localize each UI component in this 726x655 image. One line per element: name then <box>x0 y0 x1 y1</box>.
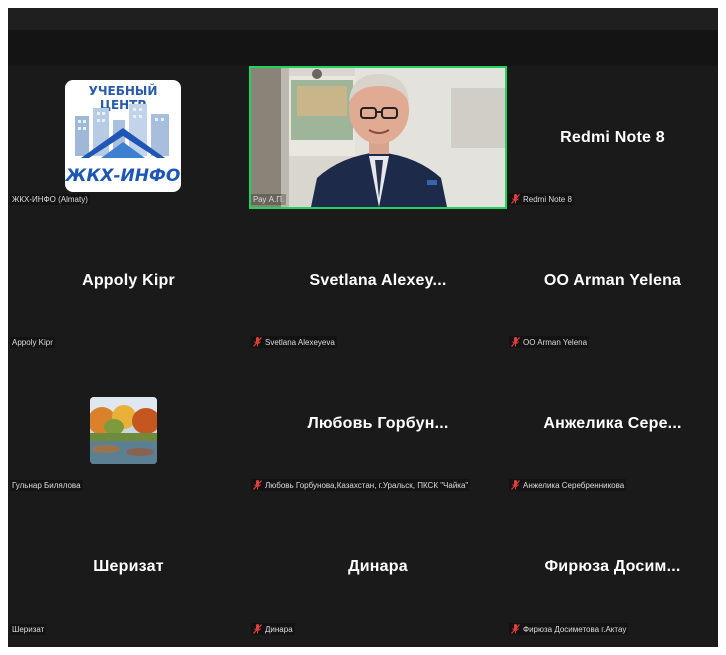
organization-logo: УЧЕБНЫЙ ЦЕНТР ЖКХ-ИНФО <box>65 80 181 192</box>
autumn-landscape-avatar <box>90 397 157 464</box>
participant-tile[interactable]: Шеризат Шеризат <box>8 495 249 639</box>
participant-label-text: ЖКХ-ИНФО (Almaty) <box>12 195 88 204</box>
participant-display-name: Фирюза Досим... <box>544 558 681 575</box>
participant-display-name: Анжелика Сере... <box>543 414 682 432</box>
participant-label-text: Любовь Горбунова,Казахстан, г.Уральск, П… <box>265 480 469 490</box>
participant-label: Redmi Note 8 <box>509 193 574 205</box>
participant-display-name: Svetlana Alexey... <box>309 271 447 289</box>
participant-label: Динара <box>251 623 295 635</box>
participant-display-name: Динара <box>348 558 408 575</box>
muted-microphone-icon <box>253 337 262 347</box>
participant-tile[interactable]: Гульнар Билялова <box>8 352 249 495</box>
participant-label: Любовь Горбунова,Казахстан, г.Уральск, П… <box>251 479 471 491</box>
participant-label-text: Шеризат <box>12 625 45 634</box>
participant-label-text: Svetlana Alexeyeva <box>265 337 335 347</box>
meeting-window: УЧЕБНЫЙ ЦЕНТР ЖКХ-ИНФО ЖКХ-ИНФО (Almaty)… <box>8 8 718 647</box>
participant-tile[interactable]: Фирюза Досим... Фирюза Досиметова г.Акта… <box>507 495 718 639</box>
participant-video-feed <box>251 68 505 207</box>
muted-microphone-icon <box>253 624 262 634</box>
participant-tile[interactable]: Redmi Note 8 Redmi Note 8 <box>507 66 718 209</box>
participant-tile[interactable]: OO Arman Yelena OO Arman Yelena <box>507 209 718 352</box>
participant-label-text: Анжелика Серебренникова <box>523 480 625 490</box>
meeting-top-bar <box>8 8 718 66</box>
participant-label-text: Гульнар Билялова <box>12 481 81 490</box>
participant-label-text: Appoly Kipr <box>12 338 53 347</box>
participant-tile[interactable]: Любовь Горбун... Любовь Горбунова,Казахс… <box>249 352 507 495</box>
participant-tile[interactable]: Анжелика Сере... Анжелика Серебренникова <box>507 352 718 495</box>
participant-label: Svetlana Alexeyeva <box>251 336 337 348</box>
participant-label: ЖКХ-ИНФО (Almaty) <box>10 194 90 205</box>
participant-tile[interactable]: Динара Динара <box>249 495 507 639</box>
participant-label: Appoly Kipr <box>10 337 55 348</box>
participant-tile[interactable]: Svetlana Alexey... Svetlana Alexeyeva <box>249 209 507 352</box>
participant-label-text: Рау А.П. <box>253 195 285 204</box>
participant-label: Шеризат <box>10 624 47 635</box>
participant-tile-active-speaker[interactable]: Рау А.П. <box>249 66 507 209</box>
muted-microphone-icon <box>253 480 262 490</box>
participant-tile[interactable]: УЧЕБНЫЙ ЦЕНТР ЖКХ-ИНФО ЖКХ-ИНФО (Almaty) <box>8 66 249 209</box>
muted-microphone-icon <box>511 337 520 347</box>
muted-microphone-icon <box>511 194 520 204</box>
participant-label: Фирюза Досиметова г.Актау <box>509 623 629 635</box>
participant-label-text: Фирюза Досиметова г.Актау <box>523 624 627 634</box>
participant-label-text: Динара <box>265 624 293 634</box>
participant-label-text: OO Arman Yelena <box>523 337 588 347</box>
muted-microphone-icon <box>511 480 520 490</box>
participant-display-name: OO Arman Yelena <box>543 271 682 289</box>
participant-label: Гульнар Билялова <box>10 480 83 491</box>
participant-label: Рау А.П. <box>251 194 287 205</box>
gallery-view-grid: УЧЕБНЫЙ ЦЕНТР ЖКХ-ИНФО ЖКХ-ИНФО (Almaty)… <box>8 66 718 639</box>
muted-microphone-icon <box>511 624 520 634</box>
participant-display-name: Любовь Горбун... <box>307 414 449 432</box>
participant-display-name: Шеризат <box>93 558 164 575</box>
buildings-icon <box>75 104 169 158</box>
logo-name: ЖКХ-ИНФО <box>65 166 181 186</box>
participant-display-name: Appoly Kipr <box>82 271 175 289</box>
participant-label: OO Arman Yelena <box>509 336 590 348</box>
participant-label-text: Redmi Note 8 <box>523 194 572 204</box>
participant-tile[interactable]: Appoly Kipr Appoly Kipr <box>8 209 249 352</box>
participant-display-name: Redmi Note 8 <box>560 128 665 146</box>
participant-label: Анжелика Серебренникова <box>509 479 627 491</box>
